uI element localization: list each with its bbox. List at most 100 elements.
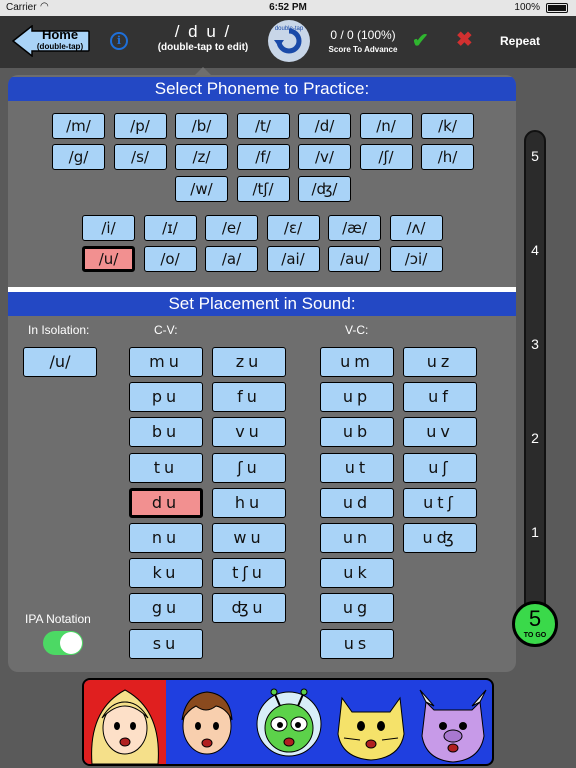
- ipa-notation-toggle[interactable]: [43, 631, 83, 655]
- placement-header: Set Placement in Sound:: [8, 292, 516, 316]
- to-go-count: 5: [528, 606, 542, 631]
- vc-syllable-button[interactable]: ug: [320, 593, 394, 624]
- vc-syllable-button[interactable]: up: [320, 382, 394, 413]
- vowel-button[interactable]: /ɪ/: [143, 215, 197, 241]
- progress-level-label: 5: [531, 148, 539, 164]
- phoneme-button[interactable]: /p/: [113, 113, 167, 139]
- home-button[interactable]: Home (double-tap): [12, 25, 90, 57]
- vowel-button[interactable]: /ɛ/: [266, 215, 320, 241]
- cv-syllable-button[interactable]: ku: [129, 558, 203, 589]
- phoneme-button[interactable]: /g/: [52, 144, 105, 170]
- cv-syllable-button[interactable]: nu: [129, 523, 203, 553]
- popover-pointer: [195, 67, 211, 75]
- battery-icon: [546, 3, 568, 13]
- character-boy[interactable]: [166, 680, 248, 764]
- double-tap-refresh-button[interactable]: double-tap: [268, 20, 310, 62]
- cv-label: C-V:: [154, 323, 178, 337]
- phoneme-button[interactable]: /z/: [175, 144, 228, 170]
- vowel-button[interactable]: /o/: [143, 246, 197, 272]
- character-cat[interactable]: [330, 680, 412, 764]
- progress-level-label: 4: [531, 242, 539, 258]
- vc-syllable-button[interactable]: ut: [320, 452, 394, 483]
- check-icon[interactable]: ✔: [412, 28, 429, 53]
- character-monster[interactable]: [412, 680, 492, 764]
- info-icon[interactable]: i: [110, 32, 128, 50]
- cv-syllable-button[interactable]: hu: [212, 487, 286, 518]
- phoneme-button[interactable]: /ʃ/: [359, 144, 413, 170]
- vc-syllable-button[interactable]: um: [320, 347, 394, 377]
- vowel-button[interactable]: /ɔi/: [389, 246, 443, 272]
- vowel-button[interactable]: /i/: [82, 215, 135, 241]
- phoneme-button[interactable]: /d/: [298, 113, 351, 139]
- refresh-icon: double-tap: [274, 26, 304, 54]
- character-girl[interactable]: [84, 680, 166, 764]
- cv-syllable-button[interactable]: su: [129, 628, 203, 659]
- toggle-knob: [60, 632, 82, 654]
- character-alien[interactable]: [248, 680, 330, 764]
- vowel-button[interactable]: /ai/: [266, 246, 320, 272]
- phoneme-button[interactable]: /tʃ/: [236, 176, 290, 202]
- score-label: Score To Advance: [328, 45, 398, 54]
- cv-syllable-button[interactable]: ʤu: [212, 593, 286, 624]
- boy-face-icon: [181, 691, 233, 755]
- vc-syllable-button[interactable]: uz: [403, 347, 477, 377]
- vowel-button[interactable]: /ʌ/: [389, 215, 443, 241]
- vc-syllable-button[interactable]: uv: [403, 417, 477, 448]
- close-icon[interactable]: ✖: [456, 27, 473, 52]
- to-go-badge: 5 TO GO: [512, 601, 558, 647]
- cv-syllable-button[interactable]: bu: [129, 417, 203, 448]
- isolation-button[interactable]: /u/: [23, 347, 97, 377]
- phoneme-button[interactable]: /f/: [236, 144, 290, 170]
- score-display: 0 / 0 (100%): [330, 28, 396, 42]
- select-phoneme-header: Select Phoneme to Practice:: [8, 77, 516, 101]
- vc-syllable-button[interactable]: utʃ: [403, 487, 477, 518]
- to-go-label: TO GO: [523, 632, 547, 639]
- vc-syllable-button[interactable]: un: [320, 523, 394, 553]
- cv-syllable-button[interactable]: zu: [212, 347, 286, 377]
- isolation-label: In Isolation:: [28, 323, 90, 337]
- vowel-button[interactable]: /au/: [328, 246, 381, 272]
- phoneme-button[interactable]: /v/: [298, 144, 351, 170]
- cv-syllable-button[interactable]: ʃu: [212, 452, 286, 483]
- vc-syllable-button[interactable]: ub: [320, 417, 394, 448]
- cat-face-icon: [337, 696, 405, 761]
- phoneme-button[interactable]: /s/: [113, 144, 167, 170]
- vowel-button[interactable]: /e/: [205, 215, 258, 241]
- phoneme-button[interactable]: /w/: [175, 176, 228, 202]
- cv-syllable-button[interactable]: wu: [212, 523, 286, 553]
- vc-syllable-button[interactable]: ud: [320, 487, 394, 518]
- current-phoneme[interactable]: / d u /: [148, 22, 258, 42]
- cv-syllable-button[interactable]: gu: [129, 593, 203, 624]
- vowel-button[interactable]: /æ/: [328, 215, 381, 241]
- cv-syllable-button[interactable]: fu: [212, 382, 286, 413]
- vc-syllable-button[interactable]: uʤ: [403, 523, 477, 553]
- current-phoneme-hint: (double-tap to edit): [157, 42, 249, 53]
- cv-syllable-button[interactable]: du: [129, 487, 203, 518]
- phoneme-button[interactable]: /h/: [421, 144, 474, 170]
- character-selector: [82, 678, 494, 766]
- progress-level-label: 2: [531, 430, 539, 446]
- phoneme-button[interactable]: /b/: [175, 113, 228, 139]
- monster-face-icon: [419, 689, 487, 763]
- ipa-notation-label: IPA Notation: [25, 612, 91, 626]
- phoneme-button[interactable]: /k/: [421, 113, 474, 139]
- cv-syllable-button[interactable]: tʃu: [212, 558, 286, 589]
- cv-syllable-button[interactable]: pu: [129, 382, 203, 413]
- girl-face-icon: [91, 689, 159, 764]
- cv-syllable-button[interactable]: mu: [129, 347, 203, 377]
- vc-syllable-button[interactable]: uʃ: [403, 452, 477, 483]
- cv-syllable-button[interactable]: vu: [212, 417, 286, 448]
- vc-syllable-button[interactable]: us: [320, 628, 394, 659]
- vowel-button[interactable]: /a/: [205, 246, 258, 272]
- phoneme-button[interactable]: /n/: [359, 113, 413, 139]
- toolbar: Home (double-tap) i / d u / (double-tap …: [0, 16, 576, 68]
- vc-syllable-button[interactable]: uf: [403, 382, 477, 413]
- phoneme-button[interactable]: /ʤ/: [298, 176, 351, 202]
- vowel-button[interactable]: /u/: [82, 246, 135, 272]
- vc-syllable-button[interactable]: uk: [320, 558, 394, 589]
- progress-level-label: 1: [531, 524, 539, 540]
- cv-syllable-button[interactable]: tu: [129, 452, 203, 483]
- repeat-button[interactable]: Repeat: [500, 34, 540, 48]
- phoneme-button[interactable]: /t/: [236, 113, 290, 139]
- phoneme-button[interactable]: /m/: [52, 113, 105, 139]
